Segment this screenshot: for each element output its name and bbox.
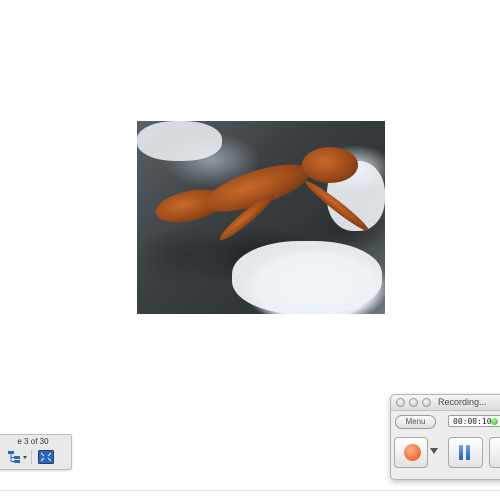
recording-titlebar[interactable]: Recording... [391,395,500,411]
record-icon [404,444,421,461]
pause-icon [459,445,470,461]
zoom-window-button[interactable] [422,398,431,407]
minimize-window-button[interactable] [409,398,418,407]
recording-title: Recording... [438,397,487,407]
toolbar-divider [31,450,32,464]
record-options-dropdown[interactable] [430,448,438,454]
bottom-divider [0,490,500,491]
slide-control-bar: e 3 of 30 [0,434,72,470]
slide-photo [137,121,385,314]
recording-window: Recording... Menu 00:00:10 [390,394,500,480]
record-button[interactable] [394,437,428,468]
screen-icon[interactable] [38,449,54,465]
close-window-button[interactable] [396,398,405,407]
slide-counter: e 3 of 30 [17,437,49,446]
pause-button[interactable] [448,437,483,468]
menu-button[interactable]: Menu [395,415,436,429]
recording-status-indicator [491,418,498,425]
stop-button[interactable] [489,437,500,468]
outline-icon[interactable] [7,449,29,465]
